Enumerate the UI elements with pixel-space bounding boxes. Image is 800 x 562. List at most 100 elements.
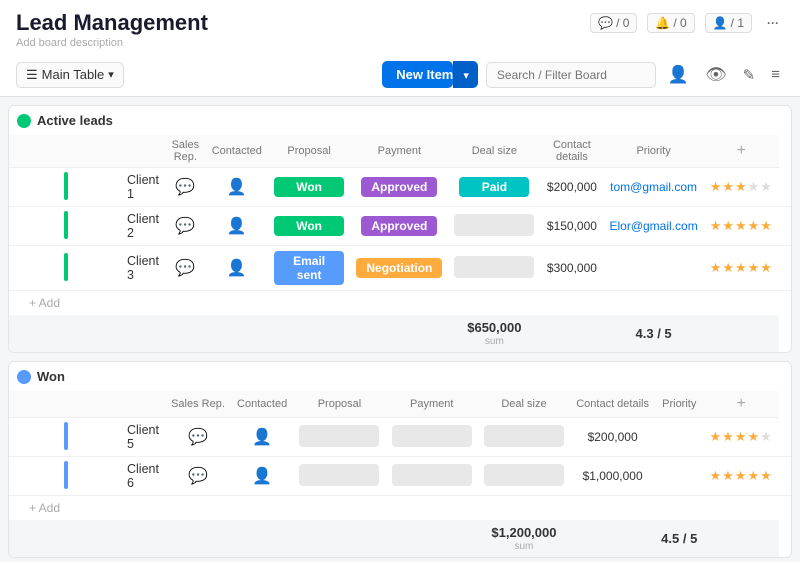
proposal-cell xyxy=(386,418,478,457)
status-badge-won[interactable]: Won xyxy=(274,216,344,236)
chat-icon-cell[interactable]: 💬 xyxy=(165,168,206,207)
status-badge-paid[interactable]: Paid xyxy=(459,177,529,197)
new-item-dropdown-arrow[interactable]: ▾ xyxy=(453,61,478,88)
col-client xyxy=(9,135,119,168)
col-client xyxy=(9,391,119,418)
status-badge-won[interactable]: Won xyxy=(274,177,344,197)
chat-icon[interactable]: 💬 xyxy=(188,429,208,446)
filter-icon[interactable]: ≡ xyxy=(767,64,784,85)
priority-cell: ★★★★★ xyxy=(704,168,779,207)
col-dealsize: Deal size xyxy=(448,135,540,168)
col-priority: Priority xyxy=(655,391,703,418)
payment-cell[interactable]: Paid xyxy=(448,168,540,207)
payment-cell xyxy=(448,207,540,246)
client-name: Client 6 xyxy=(119,457,165,496)
group-dot-won xyxy=(17,370,31,384)
proposal-cell[interactable]: Approved xyxy=(350,207,448,246)
contacted-cell[interactable]: Email sent xyxy=(268,246,350,291)
status-badge-approved[interactable]: Approved xyxy=(361,216,437,236)
people-icon-group[interactable]: 👤 / 1 xyxy=(705,13,752,33)
summary-deal-size: $1,200,000 sum xyxy=(478,520,570,557)
add-row[interactable]: + Add xyxy=(9,496,791,521)
user-filter-icon[interactable]: 👤 xyxy=(664,63,693,87)
edit-icon[interactable]: ✎ xyxy=(739,64,760,86)
row-color-bar xyxy=(64,422,68,450)
table-selector[interactable]: ☰ Main Table ▾ xyxy=(16,62,124,88)
activity-icon: 🔔 xyxy=(655,16,670,30)
proposal-cell[interactable]: Approved xyxy=(350,168,448,207)
add-column-icon[interactable]: + xyxy=(737,142,746,159)
search-input[interactable] xyxy=(486,62,656,88)
proposal-cell[interactable]: Negotiation xyxy=(350,246,448,291)
row-color-bar xyxy=(64,172,68,200)
summary-priority: 4.5 / 5 xyxy=(655,520,703,557)
chat-icon-cell[interactable]: 💬 xyxy=(165,418,231,457)
table-row: Client 5 💬 👤 $200,000 ★★★★★ xyxy=(9,418,791,457)
contact-link[interactable]: Elor@gmail.com xyxy=(609,219,697,233)
chat-icon-cell[interactable]: 💬 xyxy=(165,246,206,291)
chat-icon[interactable]: 💬 xyxy=(175,218,195,235)
row-bar xyxy=(9,246,119,291)
user-icon: 👤 xyxy=(227,218,247,235)
salesrep-cell[interactable]: 👤 xyxy=(206,168,268,207)
add-row[interactable]: + Add xyxy=(9,291,791,316)
stars: ★★★★★ xyxy=(710,468,773,483)
group-header-won[interactable]: Won xyxy=(9,362,791,391)
chat-icon-cell[interactable]: 💬 xyxy=(165,457,231,496)
deal-size-cell: $200,000 xyxy=(570,418,655,457)
add-item-label[interactable]: + Add xyxy=(9,291,779,316)
sum-label: sum xyxy=(485,336,504,347)
chat-icon[interactable]: 💬 xyxy=(175,260,195,277)
summary-contact xyxy=(570,520,655,557)
empty-cell xyxy=(392,464,472,486)
user-icon: 👤 xyxy=(227,260,247,277)
col-contact-details: Contact details xyxy=(570,391,655,418)
client-name: Client 1 xyxy=(119,168,165,207)
summary-spacer xyxy=(9,315,448,352)
col-proposal: Proposal xyxy=(293,391,385,418)
deal-size-cell: $200,000 xyxy=(540,168,603,207)
status-badge-negotiation[interactable]: Negotiation xyxy=(356,258,442,278)
col-contacted: Contacted xyxy=(231,391,293,418)
contacted-cell[interactable]: Won xyxy=(268,168,350,207)
col-add[interactable]: + xyxy=(704,135,779,168)
add-column-icon[interactable]: + xyxy=(736,395,745,412)
new-item-button[interactable]: New Item xyxy=(382,61,453,88)
activity-icon-group[interactable]: 🔔 / 0 xyxy=(647,13,694,33)
chat-icon-group[interactable]: 💬 / 0 xyxy=(590,13,637,33)
table-row: Client 1 💬 👤 Won Approved Paid $200,000 … xyxy=(9,168,791,207)
salesrep-cell[interactable]: 👤 xyxy=(206,207,268,246)
contact-link[interactable]: tom@gmail.com xyxy=(610,180,697,194)
user-icon: 👤 xyxy=(227,179,247,196)
add-item-label[interactable]: + Add xyxy=(9,496,779,521)
new-item-label: New Item xyxy=(396,67,453,82)
main-content: Active leads Sales Rep. Contacted Propos… xyxy=(0,97,800,562)
contact-cell[interactable]: Elor@gmail.com xyxy=(603,207,703,246)
deal-size-cell: $300,000 xyxy=(540,246,603,291)
table-row: Client 3 💬 👤 Email sent Negotiation $300… xyxy=(9,246,791,291)
priority-cell: ★★★★★ xyxy=(703,457,779,496)
chat-icon[interactable]: 💬 xyxy=(175,179,195,196)
table-row: Client 2 💬 👤 Won Approved $150,000 Elor@… xyxy=(9,207,791,246)
row-color-bar xyxy=(64,253,68,281)
status-badge-approved[interactable]: Approved xyxy=(361,177,437,197)
sum-label: sum xyxy=(515,541,534,552)
col-proposal: Proposal xyxy=(268,135,350,168)
new-item-button-group[interactable]: New Item ▾ xyxy=(382,61,478,88)
chat-icon-cell[interactable]: 💬 xyxy=(165,207,206,246)
col-add[interactable]: + xyxy=(703,391,779,418)
contacted-cell[interactable]: Won xyxy=(268,207,350,246)
group-header-active-leads[interactable]: Active leads xyxy=(9,106,791,135)
contact-cell[interactable]: tom@gmail.com xyxy=(603,168,703,207)
priority-cell: ★★★★★ xyxy=(704,246,779,291)
salesrep-cell[interactable]: 👤 xyxy=(231,457,293,496)
status-badge-email-sent[interactable]: Email sent xyxy=(274,251,344,285)
chat-icon[interactable]: 💬 xyxy=(188,468,208,485)
more-icon[interactable]: ··· xyxy=(762,14,784,32)
eye-icon[interactable]: 👁 xyxy=(701,63,731,87)
salesrep-cell[interactable]: 👤 xyxy=(231,418,293,457)
contact-cell xyxy=(655,457,703,496)
contacted-cell xyxy=(293,418,385,457)
group-label-won: Won xyxy=(37,369,65,384)
salesrep-cell[interactable]: 👤 xyxy=(206,246,268,291)
